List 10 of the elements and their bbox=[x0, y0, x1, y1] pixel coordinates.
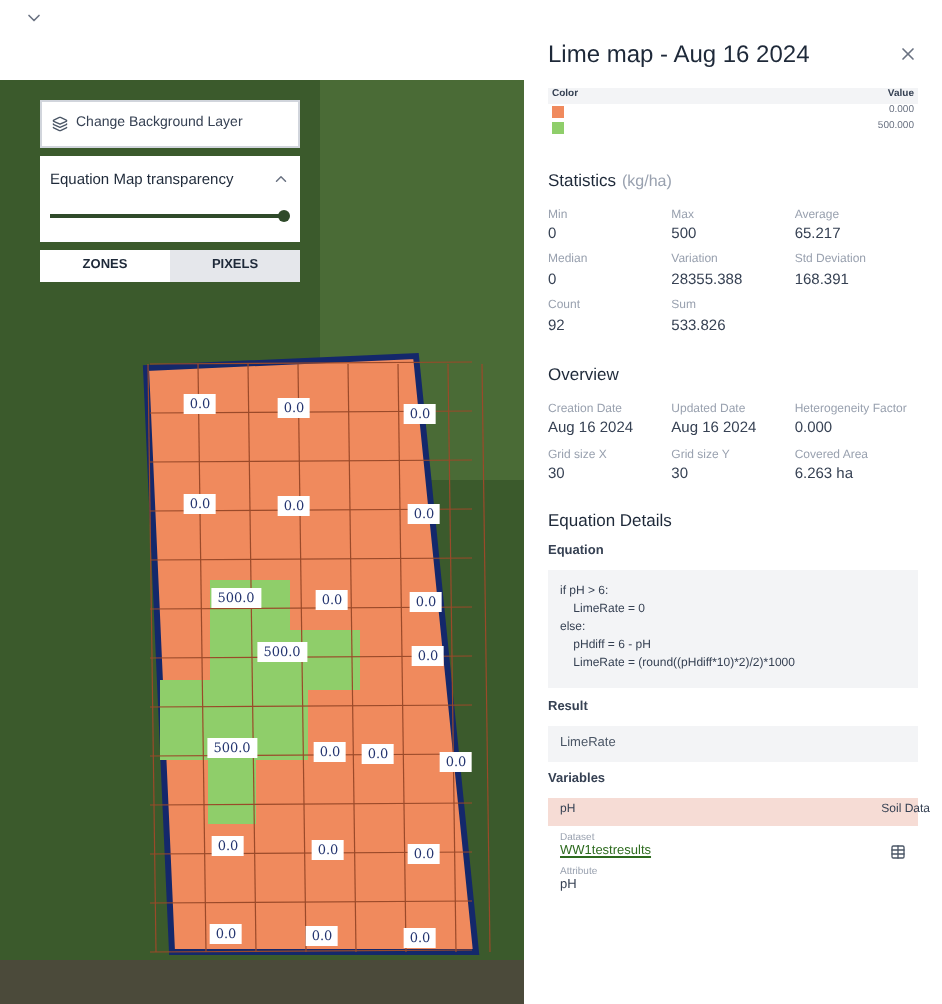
slider-thumb[interactable] bbox=[278, 210, 290, 223]
layers-icon bbox=[52, 116, 68, 132]
transparency-slider[interactable] bbox=[50, 210, 290, 223]
equation-details-heading: Equation Details bbox=[548, 507, 674, 533]
panel-title: Lime map - Aug 16 2024 bbox=[548, 38, 810, 72]
close-icon[interactable] bbox=[898, 44, 918, 64]
overview-heading: Overview bbox=[548, 362, 621, 388]
statistics-heading: Statistics bbox=[548, 167, 617, 193]
table-icon[interactable] bbox=[890, 844, 906, 860]
statistics-unit: (kg/ha) bbox=[622, 169, 672, 193]
